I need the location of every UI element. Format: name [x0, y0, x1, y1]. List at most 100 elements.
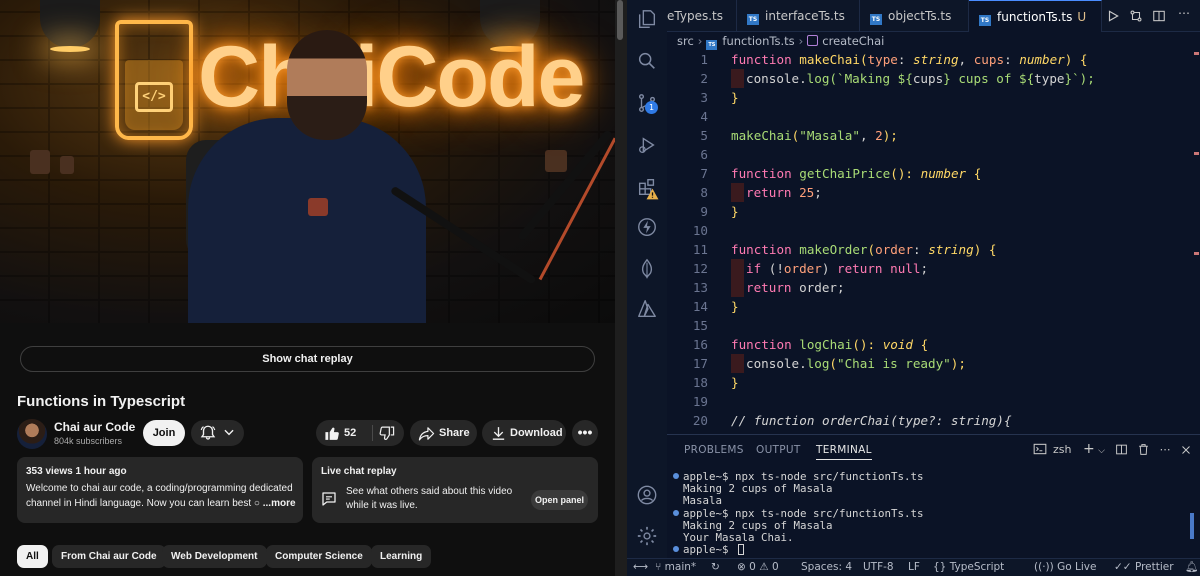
search-icon[interactable]: [636, 50, 658, 72]
language-mode[interactable]: {} TypeScript: [933, 559, 1004, 576]
channel-avatar[interactable]: [17, 419, 47, 449]
tab-function[interactable]: TS functionTs.ts U: [969, 0, 1102, 32]
live-chat-description: See what others said about this video wh…: [346, 486, 513, 511]
sync-icon[interactable]: ↻: [711, 559, 720, 576]
breadcrumb-folder[interactable]: src: [677, 34, 694, 48]
warning-icon: ⚠: [759, 561, 769, 573]
pane-divider[interactable]: [615, 0, 627, 576]
error-icon: ⊗: [737, 561, 746, 573]
chevron-down-icon[interactable]: ⌵: [1098, 446, 1105, 456]
line-number: 1: [700, 52, 708, 67]
terminal-output[interactable]: apple~$ npx ts-node src/functionTs.ts Ma…: [673, 470, 1183, 556]
neon-glass-logo: </>: [115, 20, 193, 140]
encoding[interactable]: UTF-8: [863, 559, 894, 576]
code-line: 17 console.log("Chai is ready");: [667, 354, 1200, 373]
like-dislike-group: 52: [316, 420, 404, 446]
join-button[interactable]: Join: [143, 420, 185, 446]
neon-brand-text: ChaiCode: [198, 29, 585, 125]
description-text: Welcome to chai aur code, a coding/progr…: [26, 481, 298, 511]
chip-all[interactable]: All: [17, 545, 48, 568]
subscribed-notification-button[interactable]: [191, 420, 244, 446]
indentation[interactable]: Spaces: 4: [801, 559, 852, 576]
more-icon[interactable]: ⋯: [1178, 6, 1192, 20]
new-terminal-icon[interactable]: +: [1083, 441, 1095, 457]
code-line: 20// function orderChai(type?: string){: [667, 411, 1200, 430]
terminal-scrollbar[interactable]: [1190, 513, 1194, 539]
tab-object[interactable]: TS objectTs.ts: [860, 0, 969, 32]
description-box[interactable]: 353 views 1 hour ago Welcome to chai aur…: [17, 457, 303, 523]
code-line: 1 function makeChai(type: string, cups: n…: [667, 50, 1200, 69]
prettier-status[interactable]: ✓✓ Prettier: [1114, 559, 1174, 576]
tab-types[interactable]: eTypes.ts: [667, 0, 737, 32]
show-chat-replay-button[interactable]: Show chat replay: [20, 346, 595, 372]
dislike-icon[interactable]: [378, 425, 395, 445]
settings-gear-icon[interactable]: [636, 525, 658, 547]
breadcrumb-symbol[interactable]: createChai: [822, 34, 884, 48]
split-editor-icon[interactable]: [1152, 8, 1166, 22]
live-chat-replay-card: Live chat replay See what others said ab…: [312, 457, 598, 523]
notifications-icon[interactable]: 🔔︎: [1185, 559, 1198, 576]
editor-actions: ⋯: [1102, 0, 1200, 32]
terminal-icon: [1033, 442, 1047, 459]
ts-file-icon: TS: [870, 14, 882, 25]
editor-tabs: eTypes.ts TS interfaceTs.ts TS objectTs.ts…: [667, 0, 1200, 32]
run-icon[interactable]: [1106, 8, 1120, 22]
open-panel-button[interactable]: Open panel: [531, 490, 588, 510]
terminal-prompt: apple~$: [673, 544, 1183, 556]
video-player[interactable]: </> ChaiCode: [0, 0, 615, 323]
line-number: 4: [700, 109, 708, 124]
channel-name[interactable]: Chai aur Code: [54, 420, 135, 434]
tab-problems[interactable]: PROBLEMS: [684, 444, 744, 456]
subscriber-count: 804k subscribers: [54, 436, 123, 446]
run-debug-icon[interactable]: [636, 134, 658, 156]
tab-label: functionTs.ts: [997, 10, 1073, 24]
end-of-line[interactable]: LF: [908, 559, 920, 576]
trash-icon[interactable]: [1137, 443, 1150, 459]
show-more-link[interactable]: ...more: [263, 498, 296, 509]
more-icon[interactable]: ⋯: [1160, 443, 1171, 456]
close-icon[interactable]: [1180, 444, 1192, 459]
chip-learning[interactable]: Learning: [371, 545, 432, 568]
branch-indicator[interactable]: ⑂ main*: [655, 559, 696, 576]
explorer-icon[interactable]: [636, 8, 658, 30]
azure-icon[interactable]: [636, 298, 658, 320]
tab-terminal[interactable]: TERMINAL: [816, 444, 872, 460]
line-number: 8: [700, 185, 708, 200]
editor-scrollbar[interactable]: [1192, 32, 1200, 434]
remote-icon[interactable]: ⟷: [633, 559, 648, 576]
chip-computer-science[interactable]: Computer Science: [266, 545, 372, 568]
problems-indicator[interactable]: ⊗ 0 ⚠ 0: [737, 559, 779, 576]
split-terminal-icon[interactable]: [1115, 443, 1128, 459]
terminal-line: Your Masala Chai.: [683, 530, 794, 544]
code-editor[interactable]: 1 function makeChai(type: string, cups: n…: [667, 48, 1200, 434]
breadcrumb-file[interactable]: functionTs.ts: [722, 34, 794, 48]
account-icon[interactable]: [636, 484, 658, 506]
code-line: 2 console.log(`Making ${cups} cups of ${t…: [667, 69, 1200, 88]
tab-interface[interactable]: TS interfaceTs.ts: [737, 0, 860, 32]
code-line: 14}: [667, 297, 1200, 316]
download-button[interactable]: Download: [482, 420, 566, 446]
mongodb-icon[interactable]: [636, 258, 658, 280]
like-count: 52: [344, 427, 357, 439]
code-line: 8 return 25;: [667, 183, 1200, 202]
presenter-head: [287, 30, 367, 140]
like-icon[interactable]: [324, 425, 341, 445]
line-number: 17: [692, 356, 708, 371]
youtube-scrollbar[interactable]: [617, 0, 623, 40]
share-button[interactable]: Share: [410, 420, 477, 446]
line-number: 14: [692, 299, 708, 314]
chip-web-development[interactable]: Web Development: [162, 545, 267, 568]
view-count-date: 353 views 1 hour ago: [26, 466, 127, 477]
more-actions-button[interactable]: •••: [572, 420, 598, 446]
compare-changes-icon[interactable]: [1129, 8, 1143, 22]
chip-from-channel[interactable]: From Chai aur Code: [52, 545, 166, 568]
tab-output[interactable]: OUTPUT: [756, 444, 801, 456]
terminal-panel: PROBLEMS OUTPUT TERMINAL zsh + ⌵ ⋯ apple…: [667, 434, 1200, 558]
line-number: 15: [692, 318, 708, 333]
thunder-client-icon[interactable]: [636, 216, 658, 238]
go-live-button[interactable]: ((·)) Go Live: [1034, 559, 1096, 576]
double-check-icon: ✓✓: [1114, 561, 1132, 573]
terminal-line: Making 2 cups of Masala: [683, 482, 833, 496]
shell-name[interactable]: zsh: [1053, 443, 1071, 456]
code-line: 6: [667, 145, 1200, 164]
